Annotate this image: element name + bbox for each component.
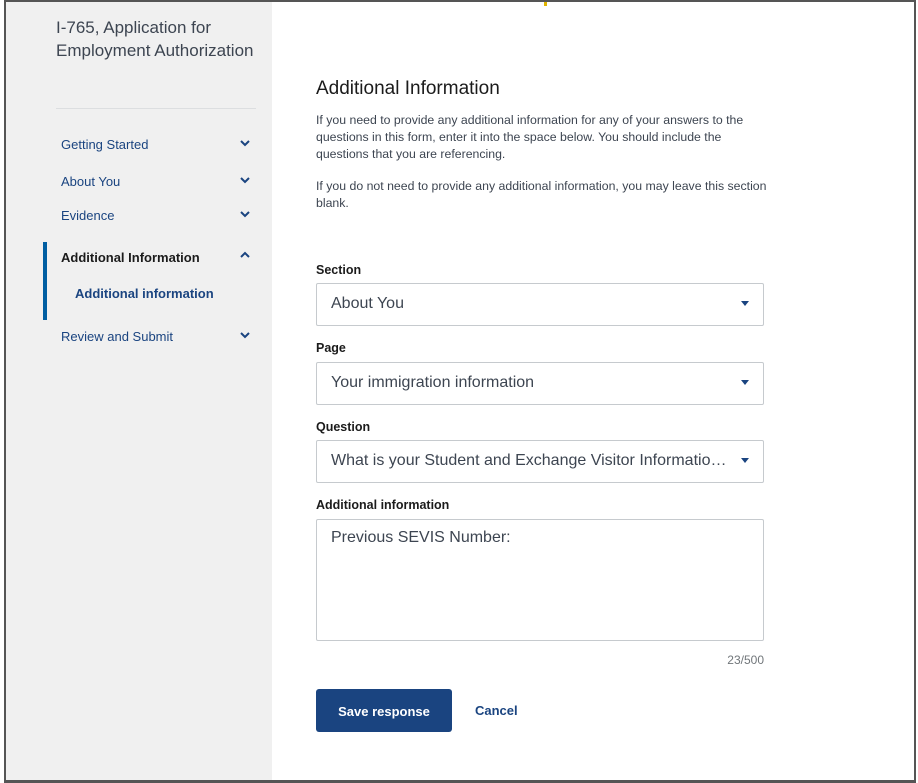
sidebar-item-label: Getting Started bbox=[61, 137, 149, 152]
character-counter: 23/500 bbox=[727, 653, 764, 667]
subnav-item-additional-information[interactable]: Additional information bbox=[75, 286, 214, 301]
question-label: Question bbox=[316, 420, 371, 434]
intro-text-secondary: If you do not need to provide any additi… bbox=[316, 179, 767, 210]
chevron-down-icon bbox=[240, 177, 250, 184]
additional-information-textarea[interactable]: Previous SEVIS Number: bbox=[316, 519, 764, 641]
chevron-down-icon bbox=[240, 140, 250, 147]
page-title: Additional Information bbox=[316, 78, 500, 99]
chevron-down-icon bbox=[240, 211, 250, 218]
sidebar-item-getting-started[interactable]: Getting Started bbox=[6, 130, 272, 160]
caret-down-icon bbox=[741, 380, 749, 385]
sidebar-item-label: About You bbox=[61, 174, 121, 189]
caret-down-icon bbox=[741, 301, 749, 306]
caret-down-icon bbox=[741, 458, 749, 463]
question-select[interactable]: What is your Student and Exchange Visito… bbox=[316, 440, 764, 483]
section-label: Section bbox=[316, 263, 362, 277]
sidebar-item-review-and-submit[interactable]: Review and Submit bbox=[6, 322, 272, 352]
cancel-link[interactable]: Cancel bbox=[475, 689, 518, 732]
page-select-value: Your immigration information bbox=[331, 374, 535, 391]
sidebar-item-about-you[interactable]: About You bbox=[6, 167, 272, 197]
page-label: Page bbox=[316, 341, 346, 355]
sidebar-item-label: Review and Submit bbox=[61, 329, 173, 344]
form-title: I-765, Application for Employment Author… bbox=[56, 18, 254, 60]
question-select-value: What is your Student and Exchange Visito… bbox=[331, 452, 731, 469]
sidebar-item-additional-information[interactable]: Additional Information Additional inform… bbox=[6, 242, 272, 320]
sidebar-item-evidence[interactable]: Evidence bbox=[6, 201, 272, 231]
page-select[interactable]: Your immigration information bbox=[316, 362, 764, 405]
app-frame: I-765, Application for Employment Author… bbox=[4, 0, 916, 783]
chevron-up-icon bbox=[240, 251, 250, 258]
intro-text: If you need to provide any additional in… bbox=[316, 113, 744, 161]
save-response-button[interactable]: Save response bbox=[316, 689, 452, 732]
section-select[interactable]: About You bbox=[316, 283, 764, 326]
section-select-value: About You bbox=[331, 295, 404, 312]
main-content: Additional Information If you need to pr… bbox=[272, 2, 914, 780]
chevron-down-icon bbox=[240, 332, 250, 339]
textarea-value: Previous SEVIS Number: bbox=[331, 529, 511, 546]
active-indicator bbox=[43, 242, 47, 320]
additional-information-label: Additional information bbox=[316, 498, 450, 512]
sidebar-item-label: Evidence bbox=[61, 208, 115, 223]
sidebar-divider bbox=[56, 108, 256, 109]
sidebar: I-765, Application for Employment Author… bbox=[6, 2, 272, 780]
sidebar-item-label: Additional Information bbox=[61, 250, 200, 265]
